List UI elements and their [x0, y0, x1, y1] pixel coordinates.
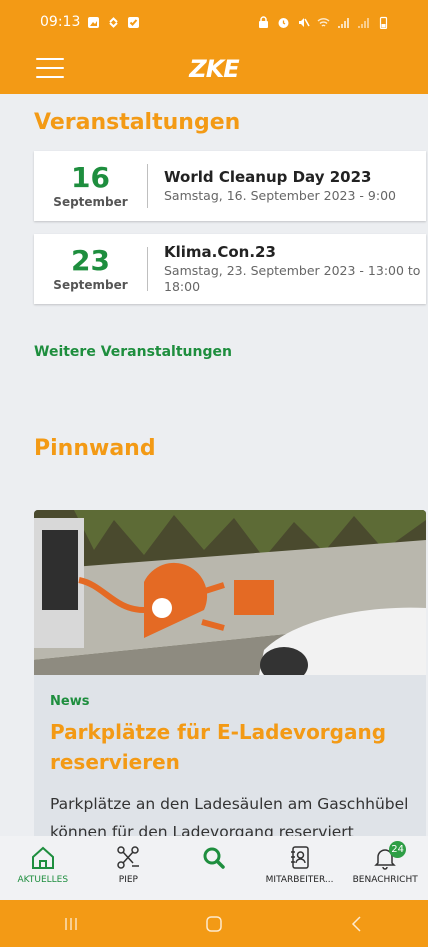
app-logo: ZKE — [189, 55, 239, 83]
notification-badge: 24 — [389, 841, 407, 858]
alarm-icon — [278, 17, 289, 28]
system-navigation-bar — [0, 900, 428, 947]
event-date: 16 September — [34, 160, 148, 209]
event-date: 23 September — [34, 243, 148, 292]
events-section-title: Veranstaltungen — [34, 110, 241, 135]
card-category: News — [50, 694, 90, 709]
status-time: 09:13 — [40, 14, 81, 30]
nav-mitarbeiter[interactable]: MITARBEITER... — [257, 836, 343, 900]
nav-piep[interactable]: PIEP — [86, 836, 172, 900]
event-month: September — [53, 194, 128, 209]
sync-icon — [109, 16, 119, 28]
event-name: World Cleanup Day 2023 — [164, 168, 372, 186]
status-bar: 09:13 — [0, 0, 428, 44]
menu-button[interactable] — [36, 58, 64, 80]
event-day: 23 — [71, 243, 110, 277]
battery-icon — [379, 16, 388, 29]
nav-aktuelles[interactable]: AKTUELLES — [0, 836, 86, 900]
nav-label: BENACHRICHT — [352, 875, 418, 885]
mute-icon — [299, 17, 310, 27]
pinnwand-section-title: Pinnwand — [34, 436, 156, 461]
share-network-icon — [117, 846, 140, 869]
news-card[interactable]: News Parkplätze für E-Ladevorgang reserv… — [34, 510, 426, 836]
nav-label: AKTUELLES — [17, 875, 69, 885]
bottom-navigation: AKTUELLES PIEP MITARBEITER... 24 BENACHR… — [0, 836, 428, 900]
back-icon[interactable] — [347, 914, 367, 934]
gallery-notification-icon — [88, 16, 100, 28]
event-time: Samstag, 16. September 2023 - 9:00 — [164, 188, 396, 203]
card-excerpt: Parkplätze an den Ladesäulen am Gaschhüb… — [50, 795, 409, 836]
checkbox-notification-icon — [128, 16, 140, 28]
signal-2-icon — [358, 17, 369, 28]
hamburger-icon — [36, 58, 64, 60]
nav-label: PIEP — [118, 875, 138, 885]
event-time: Samstag, 23. September 2023 - 13:00 to 1… — [164, 263, 421, 294]
nav-search[interactable] — [171, 836, 257, 900]
wifi-icon — [317, 17, 330, 27]
recent-apps-icon[interactable] — [61, 914, 81, 934]
event-card[interactable]: 23 September Klima.Con.23 Samstag, 23. S… — [34, 234, 426, 304]
nav-benachrichtigungen[interactable]: 24 BENACHRICHT — [342, 836, 428, 900]
contacts-book-icon — [290, 846, 309, 869]
signal-icon — [338, 17, 349, 28]
nav-label: MITARBEITER... — [265, 875, 334, 885]
ev-charging-image — [34, 510, 426, 675]
more-events-link[interactable]: Weitere Veranstaltungen — [34, 344, 232, 360]
search-icon — [203, 847, 225, 869]
home-button-icon[interactable] — [204, 914, 224, 934]
home-icon — [31, 846, 54, 869]
card-title[interactable]: Parkplätze für E-Ladevorgang reservieren — [50, 717, 410, 777]
event-card[interactable]: 16 September World Cleanup Day 2023 Sams… — [34, 151, 426, 221]
app-bar: ZKE — [0, 44, 428, 94]
event-day: 16 — [71, 160, 110, 194]
lock-icon — [259, 15, 268, 28]
main-content[interactable]: Veranstaltungen 16 September World Clean… — [0, 94, 428, 836]
event-month: September — [53, 277, 128, 292]
event-name: Klima.Con.23 — [164, 243, 276, 261]
